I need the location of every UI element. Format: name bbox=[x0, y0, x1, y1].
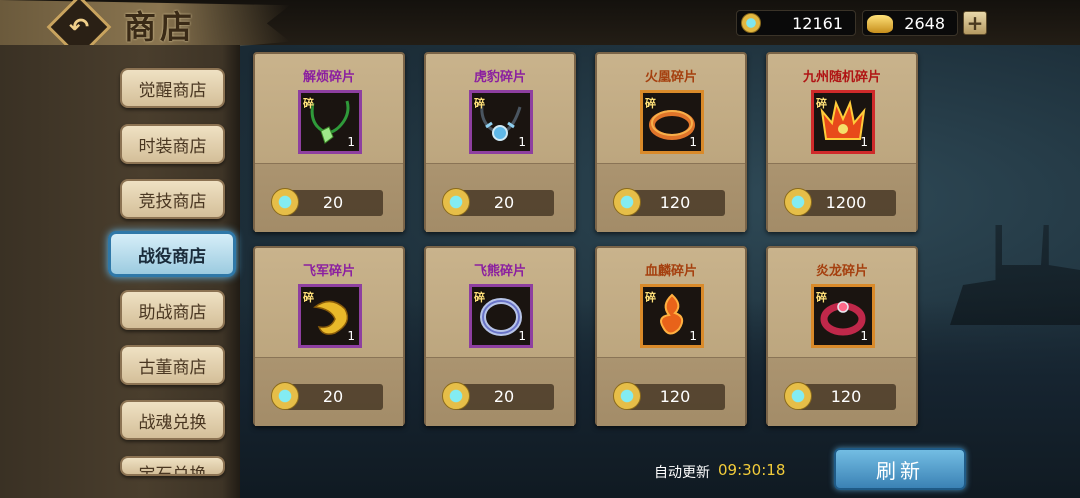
sidebar-item-awaken-shop[interactable]: 觉醒商店 bbox=[120, 68, 225, 108]
item-price: 20 bbox=[322, 193, 344, 212]
shop-card[interactable]: 炎龙碎片 碎 1 120 bbox=[766, 246, 918, 426]
item-icon-frame: 碎 1 bbox=[298, 284, 362, 348]
fragment-tag: 碎 bbox=[474, 291, 485, 304]
currency-gems: 12161 bbox=[736, 10, 856, 36]
item-price: 20 bbox=[322, 387, 344, 406]
item-icon-frame: 碎 1 bbox=[469, 90, 533, 154]
refresh-timer: 09:30:18 bbox=[718, 461, 786, 479]
shop-card[interactable]: 火凰碎片 碎 1 120 bbox=[595, 52, 747, 232]
auto-refresh-label: 自动更新 bbox=[654, 465, 710, 481]
item-quantity: 1 bbox=[860, 329, 868, 343]
currency-ingots: 2648 bbox=[862, 10, 958, 36]
item-quantity: 1 bbox=[347, 329, 355, 343]
sidebar-item-campaign-shop[interactable]: 战役商店 bbox=[108, 231, 236, 277]
ship-silhouette bbox=[950, 225, 1080, 325]
fragment-tag: 碎 bbox=[303, 291, 314, 304]
item-name: 九州随机碎片 bbox=[802, 70, 881, 85]
item-quantity: 1 bbox=[347, 135, 355, 149]
page-title: 商店 bbox=[124, 8, 197, 46]
sidebar-item-support-shop[interactable]: 助战商店 bbox=[120, 290, 225, 330]
shop-card[interactable]: 虎豹碎片 碎 1 20 bbox=[424, 52, 576, 232]
sidebar-item-soul-exchange[interactable]: 战魂兑换 bbox=[120, 400, 225, 440]
item-icon-frame: 碎 1 bbox=[811, 284, 875, 348]
item-icon-frame: 碎 1 bbox=[469, 284, 533, 348]
item-name: 炎龙碎片 bbox=[815, 264, 868, 279]
gem-coin-icon bbox=[741, 13, 761, 33]
item-quantity: 1 bbox=[860, 135, 868, 149]
item-quantity: 1 bbox=[518, 329, 526, 343]
gold-ingot-icon bbox=[867, 15, 893, 33]
item-name: 血麟碎片 bbox=[644, 264, 697, 279]
item-icon-frame: 碎 1 bbox=[640, 284, 704, 348]
item-icon-frame: 碎 1 bbox=[811, 90, 875, 154]
sidebar-item-antique-shop[interactable]: 古董商店 bbox=[120, 345, 225, 385]
fragment-tag: 碎 bbox=[303, 97, 314, 110]
item-price: 20 bbox=[493, 387, 515, 406]
fragment-tag: 碎 bbox=[816, 291, 827, 304]
fragment-tag: 碎 bbox=[645, 291, 656, 304]
shop-card[interactable]: 血麟碎片 碎 1 120 bbox=[595, 246, 747, 426]
sidebar-item-fashion-shop[interactable]: 时装商店 bbox=[120, 124, 225, 164]
fragment-tag: 碎 bbox=[645, 97, 656, 110]
ingot-count: 2648 bbox=[904, 13, 945, 33]
item-icon-frame: 碎 1 bbox=[640, 90, 704, 154]
item-quantity: 1 bbox=[518, 135, 526, 149]
item-quantity: 1 bbox=[689, 135, 697, 149]
sidebar-item-gem-exchange[interactable]: 宝石兑换 bbox=[120, 456, 225, 476]
item-price: 120 bbox=[830, 387, 862, 406]
item-price: 1200 bbox=[825, 193, 867, 212]
fragment-tag: 碎 bbox=[474, 97, 485, 110]
item-price: 120 bbox=[659, 193, 691, 212]
refresh-button[interactable]: 刷新 bbox=[834, 448, 966, 490]
shop-card[interactable]: 飞军碎片 碎 1 20 bbox=[253, 246, 405, 426]
gem-count: 12161 bbox=[792, 13, 843, 33]
add-currency-button[interactable]: + bbox=[963, 11, 987, 35]
item-icon-frame: 碎 1 bbox=[298, 90, 362, 154]
item-name: 飞熊碎片 bbox=[473, 264, 526, 279]
fragment-tag: 碎 bbox=[816, 97, 827, 110]
item-quantity: 1 bbox=[689, 329, 697, 343]
sidebar-item-arena-shop[interactable]: 竞技商店 bbox=[120, 179, 225, 219]
shop-card[interactable]: 飞熊碎片 碎 1 20 bbox=[424, 246, 576, 426]
shop-card[interactable]: 解烦碎片 碎 1 20 bbox=[253, 52, 405, 232]
item-price: 20 bbox=[493, 193, 515, 212]
item-name: 飞军碎片 bbox=[302, 264, 355, 279]
item-name: 解烦碎片 bbox=[302, 70, 355, 85]
back-arrow-icon[interactable]: ↶ bbox=[63, 12, 95, 42]
shop-card[interactable]: 九州随机碎片 碎 1 1200 bbox=[766, 52, 918, 232]
item-name: 虎豹碎片 bbox=[473, 70, 526, 85]
item-name: 火凰碎片 bbox=[644, 70, 697, 85]
item-price: 120 bbox=[659, 387, 691, 406]
